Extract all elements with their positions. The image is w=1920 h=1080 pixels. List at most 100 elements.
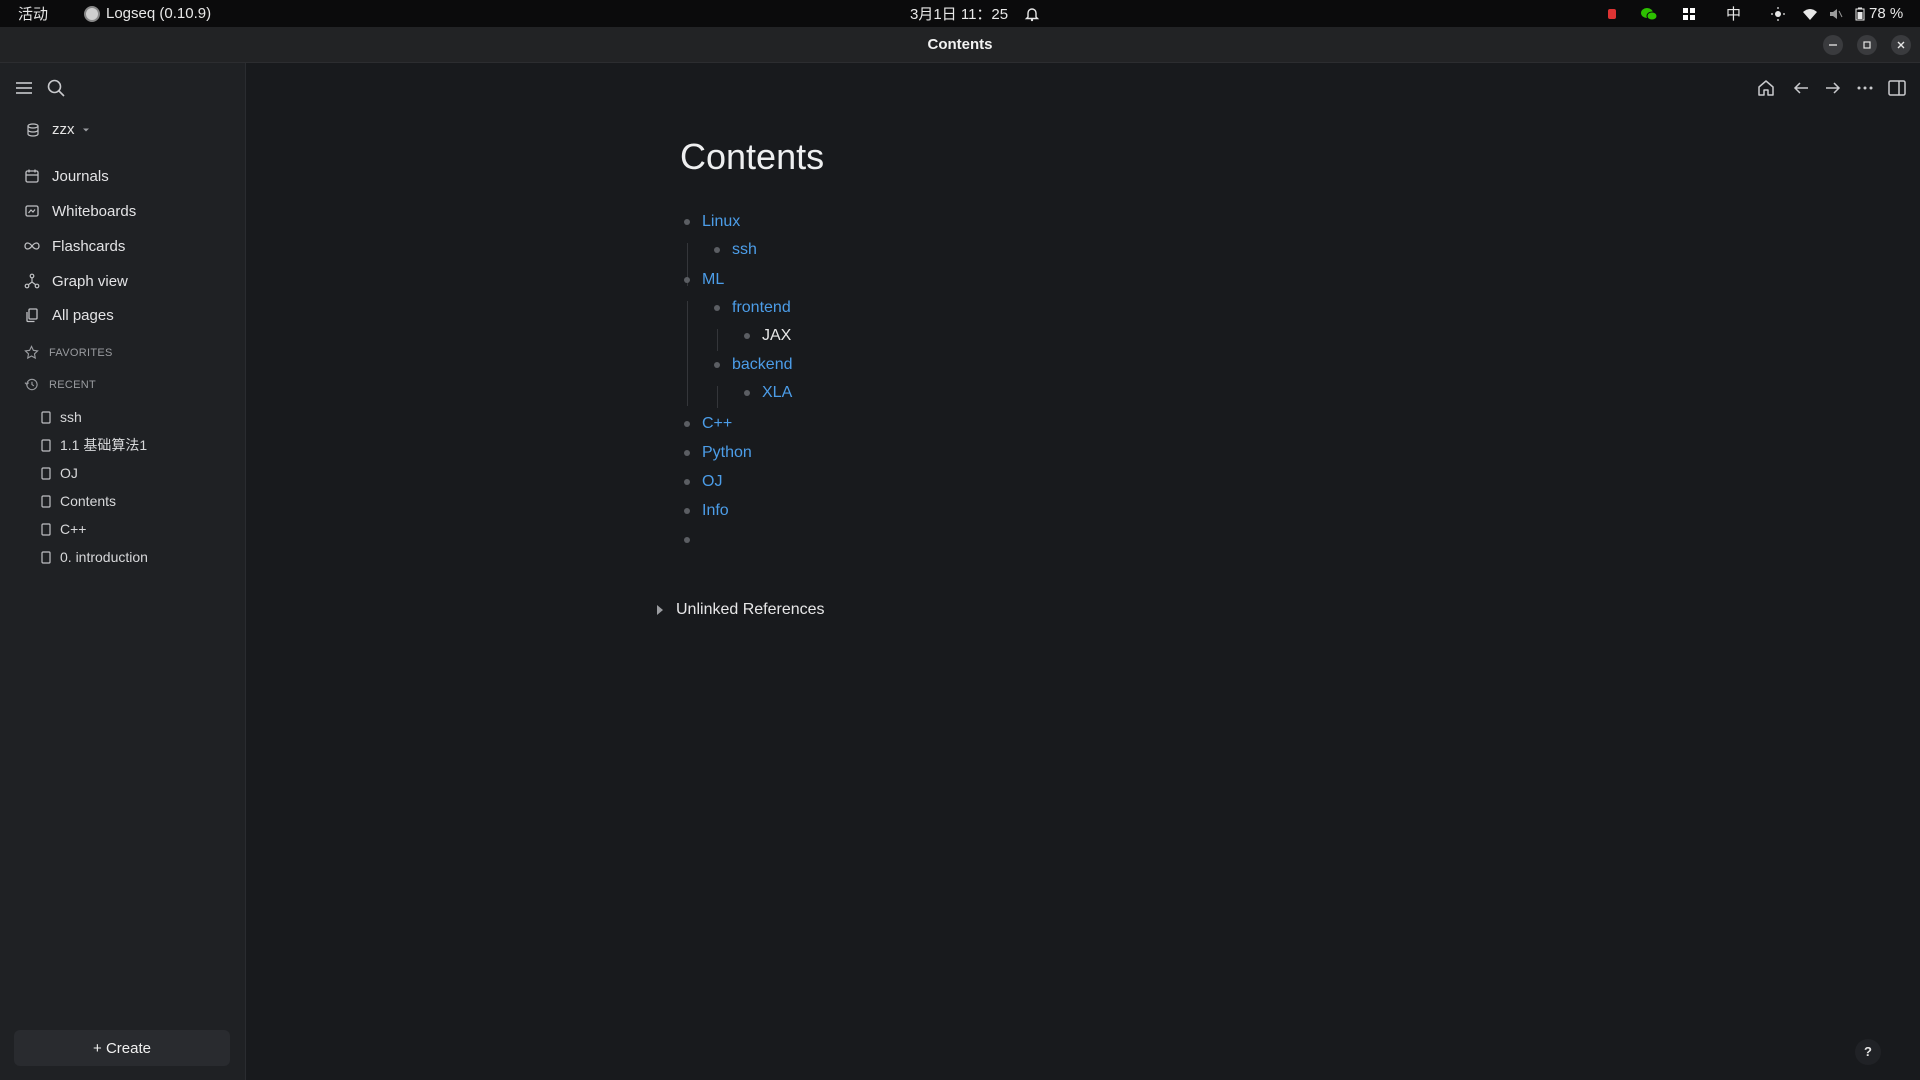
- block-children-guide: [687, 301, 688, 406]
- block-bullet[interactable]: [744, 390, 750, 396]
- brightness-icon[interactable]: [1771, 6, 1786, 21]
- block-item[interactable]: Python: [684, 441, 752, 465]
- block-item[interactable]: Linux: [684, 210, 740, 234]
- nav-all-pages[interactable]: All pages: [24, 302, 114, 328]
- page-ref-link[interactable]: frontend: [732, 299, 791, 317]
- nav-label: Graph view: [52, 272, 128, 290]
- arrow-left-icon[interactable]: [1790, 77, 1812, 99]
- pages-icon: [26, 308, 38, 323]
- infinity-icon: [24, 242, 40, 250]
- nav-label: Journals: [52, 167, 109, 185]
- grid-app-icon[interactable]: [1682, 7, 1696, 21]
- block-bullet[interactable]: [684, 277, 690, 283]
- wifi-icon[interactable]: [1803, 7, 1818, 21]
- system-top-bar: 活动 Logseq (0.10.9) 3月1日 11：25 中 78 %: [0, 0, 1920, 27]
- menu-toggle-icon[interactable]: [13, 77, 35, 99]
- block-item[interactable]: ssh: [714, 238, 757, 262]
- recent-item[interactable]: OJ: [40, 462, 78, 484]
- favorites-header[interactable]: FAVORITES: [24, 345, 113, 360]
- block-item[interactable]: XLA: [744, 381, 792, 405]
- more-icon[interactable]: [1854, 77, 1876, 99]
- page-ref-link[interactable]: C++: [702, 415, 732, 433]
- block-item[interactable]: C++: [684, 412, 732, 436]
- block-bullet[interactable]: [684, 219, 690, 225]
- block-item[interactable]: JAX: [744, 324, 791, 348]
- battery-icon[interactable]: [1855, 7, 1865, 21]
- window-title-bar[interactable]: Contents: [0, 27, 1920, 63]
- page-ref-link[interactable]: ssh: [732, 241, 757, 259]
- block-bullet[interactable]: [684, 450, 690, 456]
- block-bullet[interactable]: [684, 479, 690, 485]
- close-button[interactable]: [1891, 35, 1911, 55]
- recent-header[interactable]: RECENT: [24, 377, 96, 392]
- right-sidebar-toggle-icon[interactable]: [1886, 77, 1908, 99]
- chevron-down-icon: [82, 128, 89, 131]
- recent-item-label: Contents: [60, 493, 117, 509]
- block-bullet[interactable]: [684, 508, 690, 514]
- recent-item[interactable]: ssh: [40, 406, 82, 428]
- nav-journals[interactable]: Journals: [24, 163, 109, 189]
- left-sidebar: zzx Journals Whiteboards Flashcards Grap…: [0, 63, 246, 1080]
- create-button[interactable]: + Create: [14, 1030, 230, 1066]
- page-ref-link[interactable]: OJ: [702, 473, 722, 491]
- maximize-button[interactable]: [1857, 35, 1877, 55]
- block-bullet[interactable]: [714, 247, 720, 253]
- block-bullet[interactable]: [714, 362, 720, 368]
- page-ref-link[interactable]: Python: [702, 444, 752, 462]
- block-item[interactable]: OJ: [684, 470, 722, 494]
- close-icon: [1897, 41, 1905, 49]
- system-tray[interactable]: 中 78 %: [1596, 0, 1903, 27]
- history-icon: [24, 378, 38, 391]
- minimize-button[interactable]: [1823, 35, 1843, 55]
- help-button[interactable]: ?: [1855, 1039, 1881, 1065]
- page-ref-link[interactable]: ML: [702, 271, 724, 289]
- block-bullet[interactable]: [684, 537, 690, 543]
- wechat-icon[interactable]: [1640, 7, 1658, 21]
- recent-label: RECENT: [49, 378, 97, 391]
- nav-whiteboards[interactable]: Whiteboards: [24, 198, 136, 224]
- arrow-right-icon[interactable]: [1822, 77, 1844, 99]
- page-ref-link[interactable]: Info: [702, 502, 729, 520]
- block-text[interactable]: JAX: [762, 327, 791, 345]
- page-icon: [41, 550, 51, 564]
- page-icon: [41, 438, 51, 452]
- recent-item-label: ssh: [60, 409, 82, 425]
- block-item[interactable]: Info: [684, 499, 729, 523]
- activities-button[interactable]: 活动: [18, 0, 48, 27]
- block-item[interactable]: ML: [684, 268, 724, 292]
- graph-icon: [24, 273, 40, 289]
- nav-graph-view[interactable]: Graph view: [24, 268, 128, 294]
- block-bullet[interactable]: [684, 421, 690, 427]
- clock[interactable]: 3月1日 11：25: [910, 0, 1040, 27]
- page-icon: [41, 410, 51, 424]
- page-ref-link[interactable]: backend: [732, 356, 793, 374]
- page-ref-link[interactable]: Linux: [702, 213, 740, 231]
- recent-item[interactable]: 1.1 基础算法1: [40, 434, 147, 456]
- block-children-guide: [717, 386, 718, 408]
- page-ref-link[interactable]: XLA: [762, 384, 792, 402]
- nav-flashcards[interactable]: Flashcards: [24, 233, 125, 259]
- home-icon[interactable]: [1755, 77, 1777, 99]
- app-menu[interactable]: Logseq (0.10.9): [84, 0, 211, 27]
- block-item[interactable]: backend: [714, 353, 793, 377]
- block-bullet[interactable]: [744, 333, 750, 339]
- main-content: Contents Linux ssh ML frontend JAX backe…: [247, 63, 1920, 1080]
- favorites-label: FAVORITES: [49, 346, 113, 359]
- search-icon[interactable]: [45, 77, 67, 99]
- page-title[interactable]: Contents: [680, 136, 824, 178]
- input-method-indicator[interactable]: 中: [1726, 3, 1741, 24]
- star-icon: [24, 345, 39, 360]
- recent-item-label: 0. introduction: [60, 549, 148, 565]
- block-item-empty[interactable]: [684, 528, 702, 552]
- volume-muted-icon[interactable]: [1829, 7, 1843, 21]
- tray-app-icon[interactable]: [1608, 8, 1616, 19]
- recent-item[interactable]: C++: [40, 518, 86, 540]
- block-item[interactable]: frontend: [714, 296, 791, 320]
- nav-label: All pages: [52, 306, 114, 324]
- graph-selector[interactable]: zzx: [26, 121, 91, 138]
- unlinked-references-toggle[interactable]: Unlinked References: [657, 601, 825, 619]
- calendar-icon: [25, 169, 39, 183]
- block-bullet[interactable]: [714, 305, 720, 311]
- recent-item[interactable]: Contents: [40, 490, 116, 512]
- recent-item[interactable]: 0. introduction: [40, 546, 148, 568]
